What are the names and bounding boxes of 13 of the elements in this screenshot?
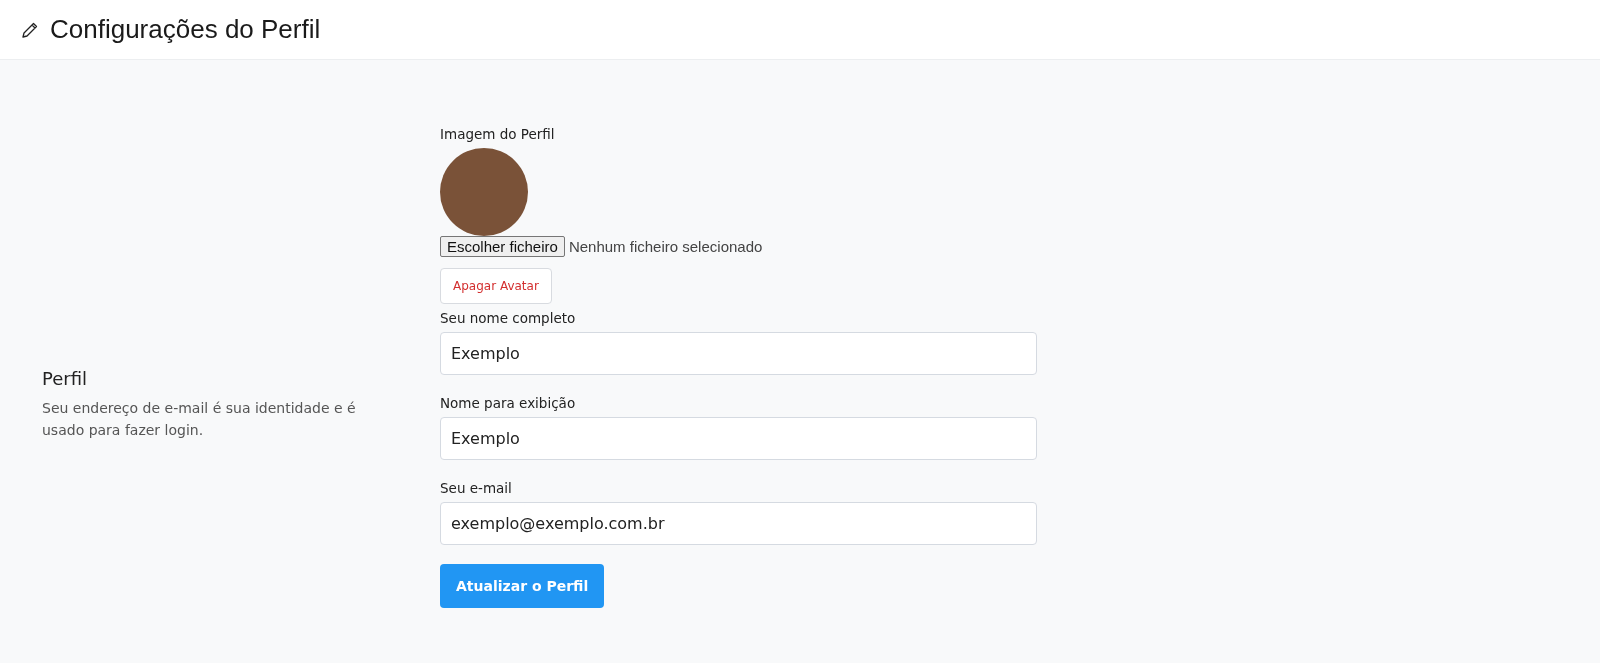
input-field[interactable]: exemplo@exemplo.com.br	[440, 502, 1037, 545]
field-label: Nome para exibição	[440, 395, 576, 411]
field-label: Imagem do Perfil	[440, 126, 555, 142]
file-status: Nenhum ficheiro selecionado	[568, 238, 763, 255]
input-field[interactable]: Exemplo	[440, 417, 1037, 460]
delete-avatar-button[interactable]: Apagar Avatar	[440, 268, 552, 304]
input-field[interactable]: Exemplo	[440, 332, 1037, 375]
page-title: Configurações do Perfil	[50, 14, 321, 45]
field-label: Seu nome completo	[440, 310, 576, 326]
section-title: Perfil	[42, 367, 89, 389]
choose-file-button[interactable]: Escolher ficheiro	[440, 236, 565, 257]
field-label: Seu e-mail	[440, 480, 512, 496]
section-description: Seu endereço de e-mail é sua identidade e é usado para fazer login.	[42, 398, 357, 440]
